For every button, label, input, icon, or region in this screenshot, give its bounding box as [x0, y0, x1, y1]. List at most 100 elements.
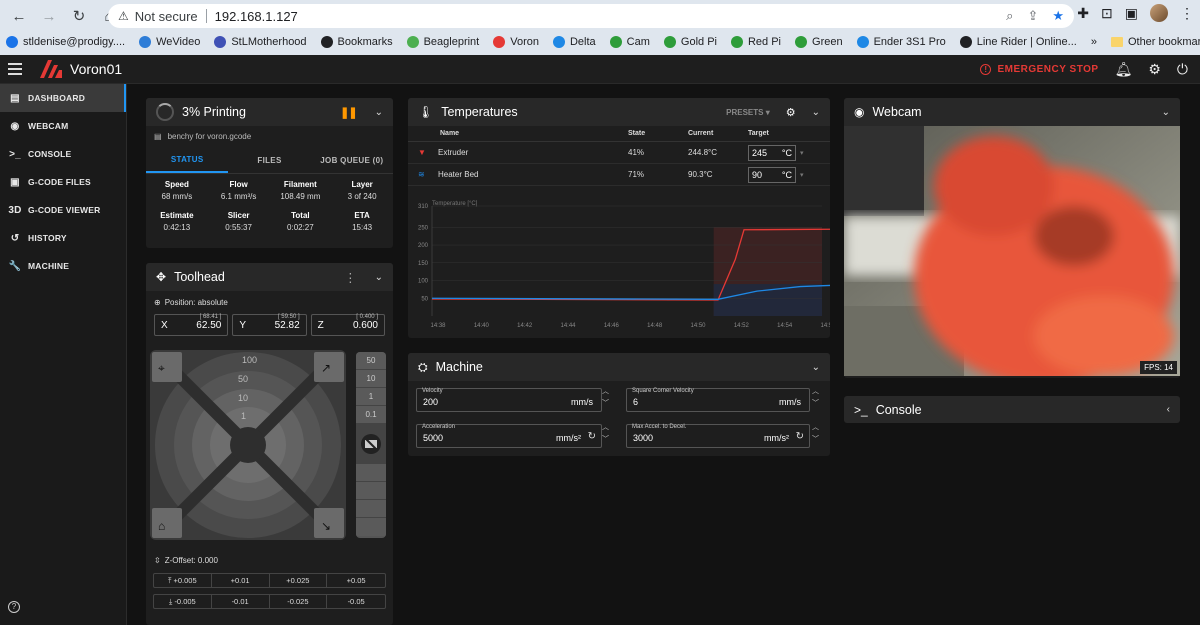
bookmark-item[interactable]: Ender 3S1 Pro [856, 35, 946, 48]
square-corner-velocity-field[interactable]: Square Corner Velocity 6 mm/s [626, 388, 810, 412]
jog-step-1[interactable]: 1 [241, 411, 246, 421]
extruder-target-input[interactable]: 245 °C [748, 144, 796, 161]
more-bookmarks-button[interactable]: » [1091, 36, 1097, 48]
home-xy-corner-button[interactable] [152, 352, 182, 382]
jog-step-10[interactable]: 10 [238, 393, 248, 403]
sidepanel-icon[interactable]: ▣ [1125, 5, 1138, 22]
chevron-down-icon[interactable]: ⌄ [812, 107, 820, 118]
reload-icon[interactable]: ↻ [66, 3, 92, 29]
bookmark-item[interactable]: Green [795, 35, 843, 48]
bookmark-item[interactable]: Bookmarks [320, 35, 393, 48]
tab-files[interactable]: FILES [228, 147, 310, 173]
z-position-field[interactable]: [ 0.400 ] Z 0.600 [310, 314, 385, 336]
url-text[interactable]: 192.168.1.127 [215, 9, 298, 24]
velocity-field[interactable]: Velocity 200 mm/s [416, 388, 602, 412]
max-accel-stepper[interactable]: ︿ ﹀ [812, 422, 819, 446]
z-step-1[interactable]: 1 [356, 388, 386, 406]
z-jog-control[interactable]: 50 10 1 0.1 [356, 352, 386, 538]
acceleration-stepper[interactable]: ︿ ﹀ [602, 422, 609, 446]
power-icon[interactable]: ⏻ [1177, 61, 1188, 78]
stat-speed: Speed 68 mm/s [161, 180, 193, 201]
settings-icon[interactable]: ⚙ [1148, 61, 1161, 78]
bookmark-item[interactable]: Red Pi [730, 35, 781, 48]
sidebar-item-machine[interactable]: 🔧 MACHINE [0, 252, 126, 280]
z-step-50[interactable]: 50 [356, 352, 386, 370]
other-bookmarks[interactable]: Other bookmarks [1110, 36, 1200, 48]
z-home-button[interactable] [356, 424, 386, 464]
sidebar-item-console[interactable]: >_ CONSOLE [0, 140, 126, 168]
presets-dropdown[interactable]: PRESETS ▾ [726, 108, 770, 117]
x-position-field[interactable]: [ 68.41 ] X 62.50 [154, 314, 229, 336]
z-offset-up-0.005[interactable]: ⤒ +0.005 [154, 574, 212, 587]
z-offset-down-0.005[interactable]: ⤓ -0.005 [154, 595, 212, 608]
profile-avatar[interactable] [1150, 4, 1168, 22]
z-offset-up-0.025[interactable]: +0.025 [270, 574, 328, 587]
bookmark-favicon-icon [663, 35, 676, 48]
sidebar-item-g-code-files[interactable]: ▣ G-CODE FILES [0, 168, 126, 196]
z-offset-down-0.05[interactable]: -0.05 [327, 595, 385, 608]
z-step-10[interactable]: 10 [356, 370, 386, 388]
z-offset-up-0.01[interactable]: +0.01 [212, 574, 270, 587]
reset-icon[interactable]: ↻ [588, 431, 596, 442]
chevron-left-icon[interactable]: ‹ [1167, 404, 1170, 415]
help-icon[interactable]: ? [8, 601, 20, 613]
bookmark-star-icon[interactable]: ★ [1052, 8, 1064, 24]
tab-job-queue[interactable]: JOB QUEUE (0) [311, 147, 393, 173]
extensions-icon[interactable]: ✚ [1077, 5, 1089, 22]
sidebar-item-webcam[interactable]: ◉ WEBCAM [0, 112, 126, 140]
heater-bed-target-input[interactable]: 90 °C [748, 166, 796, 183]
hamburger-menu-icon[interactable] [8, 63, 22, 75]
back-icon[interactable]: ← [6, 3, 32, 29]
chevron-down-icon[interactable]: ⌄ [812, 362, 820, 373]
chevron-down-icon[interactable]: ▾ [800, 149, 804, 157]
menu-kebab-icon[interactable]: ⋮ [1180, 5, 1194, 22]
sidebar-item-dashboard[interactable]: ▤ DASHBOARD [0, 84, 126, 112]
z-offset-down-0.025[interactable]: -0.025 [270, 595, 328, 608]
console-header[interactable]: >_ Console ‹ [844, 396, 1180, 423]
status-tabs: STATUS FILES JOB QUEUE (0) [146, 147, 393, 174]
zoom-icon[interactable]: ⌕ [1006, 8, 1013, 24]
gear-icon[interactable]: ⚙ [786, 106, 796, 119]
z-offset-down-0.01[interactable]: -0.01 [212, 595, 270, 608]
chevron-down-icon[interactable]: ⌄ [1162, 107, 1170, 118]
chevron-down-icon[interactable]: ⌄ [375, 272, 383, 283]
jog-step-100[interactable]: 100 [242, 355, 257, 365]
xy-jog-control[interactable]: 100 50 10 1 ⌖ ↗ ⌂ ↘ [150, 350, 346, 540]
share-icon[interactable]: ⇪ [1027, 8, 1038, 24]
bookmark-item[interactable]: Cam [609, 35, 650, 48]
velocity-stepper[interactable]: ︿ ﹀ [602, 386, 609, 410]
cast-icon[interactable]: ⊡ [1101, 5, 1113, 22]
bookmark-item[interactable]: Line Rider | Online... [959, 35, 1077, 48]
chevron-down-icon[interactable]: ⌄ [375, 107, 383, 118]
reset-icon[interactable]: ↻ [796, 431, 804, 442]
bookmark-item[interactable]: Beagleprint [406, 35, 479, 48]
bookmark-item[interactable]: StLMotherhood [214, 35, 307, 48]
bookmark-item[interactable]: stldenise@prodigy.... [6, 35, 125, 48]
bookmark-item[interactable]: WeVideo [139, 35, 200, 48]
position-mode[interactable]: ⊕ Position: absolute [146, 291, 393, 314]
y-position-field[interactable]: [ 59.50 ] Y 52.82 [232, 314, 307, 336]
bookmark-item[interactable]: Voron [493, 35, 539, 48]
tab-status[interactable]: STATUS [146, 147, 229, 173]
sidebar-item-g-code-viewer[interactable]: 3D G-CODE VIEWER [0, 196, 126, 224]
kebab-icon[interactable]: ⋮ [344, 270, 357, 285]
pause-icon[interactable]: ❚❚ [340, 106, 357, 119]
z-step-0.1[interactable]: 0.1 [356, 406, 386, 424]
engine-icon: ⛭ [418, 359, 428, 374]
acceleration-field[interactable]: Acceleration 5000 mm/s² ↻ [416, 424, 602, 448]
home-all-corner-button[interactable] [152, 508, 182, 538]
z-offset-up-0.05[interactable]: +0.05 [327, 574, 385, 587]
max-accel-to-decel-field[interactable]: Max Accel. to Decel. 3000 mm/s² ↻ [626, 424, 810, 448]
chevron-down-icon[interactable]: ▾ [800, 171, 804, 179]
forward-icon[interactable]: → [36, 3, 62, 29]
bookmark-item[interactable]: Gold Pi [663, 35, 717, 48]
scv-stepper[interactable]: ︿ ﹀ [812, 386, 819, 410]
address-bar[interactable]: ⚠ Not secure 192.168.1.127 ⌕ ⇪ ★ [108, 4, 1074, 28]
home-x-icon: ↘ [321, 519, 331, 533]
sidebar-item-history[interactable]: ↺ HISTORY [0, 224, 126, 252]
emergency-stop-button[interactable]: ! EMERGENCY STOP [980, 63, 1098, 75]
jog-step-50[interactable]: 50 [238, 374, 248, 384]
bell-icon[interactable]: 🔔︎ [1115, 61, 1133, 78]
bookmark-item[interactable]: Delta [552, 35, 596, 48]
sidebar-icon: >_ [9, 148, 21, 160]
